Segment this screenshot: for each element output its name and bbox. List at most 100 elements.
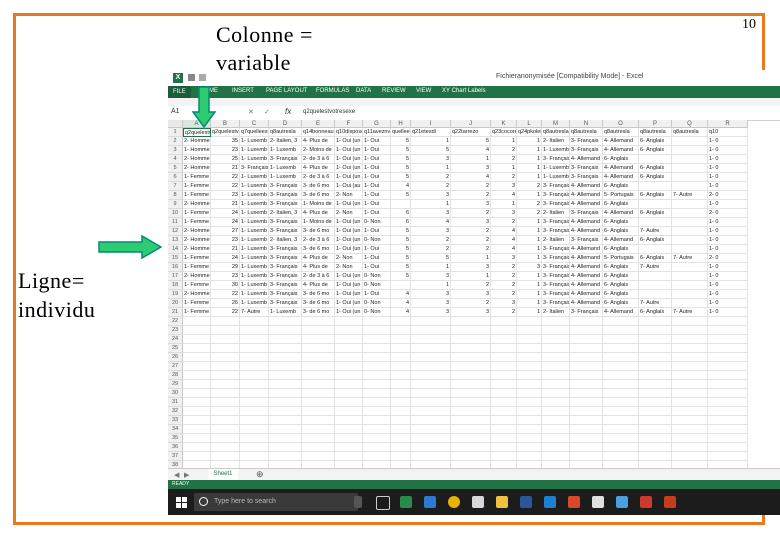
table-cell[interactable]: 2 (411, 173, 451, 182)
table-cell[interactable]: 3 (451, 290, 491, 299)
table-cell[interactable] (639, 281, 672, 290)
row-header[interactable]: 24 (168, 335, 183, 344)
table-cell[interactable] (391, 326, 411, 335)
table-cell[interactable]: 6- Anglais (639, 164, 672, 173)
column-header[interactable]: F (335, 120, 363, 128)
table-cell[interactable]: 1- Oui (un (335, 200, 363, 209)
table-cell[interactable]: 4- Allemand (570, 245, 603, 254)
table-cell[interactable] (269, 425, 302, 434)
table-cell[interactable]: 2- Homme (183, 236, 211, 245)
table-cell[interactable]: 2- Italien (542, 308, 570, 317)
row-header[interactable]: 1 (168, 128, 183, 137)
table-cell[interactable]: 1- Oui (un (335, 173, 363, 182)
table-cell[interactable]: 7- Autre (639, 227, 672, 236)
table-cell[interactable]: 3- Français (542, 254, 570, 263)
table-cell[interactable]: 4 (451, 173, 491, 182)
table-cell[interactable] (183, 389, 211, 398)
table-cell[interactable]: 1- Oui (un (335, 155, 363, 164)
table-cell[interactable] (363, 371, 391, 380)
table-cell[interactable]: 1 (517, 164, 542, 173)
table-cell[interactable]: 2- Homme (183, 155, 211, 164)
table-cell[interactable] (603, 407, 639, 416)
filezilla-icon[interactable] (640, 496, 652, 508)
add-sheet-icon[interactable]: ⊕ (256, 469, 264, 480)
table-cell[interactable]: 1 (517, 308, 542, 317)
table-cell[interactable] (391, 362, 411, 371)
task-view-icon[interactable] (376, 496, 390, 510)
table-cell[interactable]: 1- 0 (708, 272, 748, 281)
table-cell[interactable]: 4- Plus de (302, 209, 335, 218)
table-cell[interactable] (335, 362, 363, 371)
row-header[interactable]: 23 (168, 326, 183, 335)
table-cell[interactable] (335, 398, 363, 407)
table-cell[interactable]: 2 (451, 182, 491, 191)
taskbar-search-box[interactable]: Type here to search (194, 493, 358, 511)
table-cell[interactable]: 1 (517, 173, 542, 182)
table-cell[interactable] (570, 326, 603, 335)
column-header[interactable]: L (517, 120, 542, 128)
table-cell[interactable] (335, 371, 363, 380)
table-cell[interactable]: 3- Français (542, 218, 570, 227)
row-header[interactable]: 11 (168, 218, 183, 227)
table-cell[interactable]: 1 (517, 236, 542, 245)
table-cell[interactable] (335, 317, 363, 326)
table-cell[interactable]: 4- Plus de (302, 254, 335, 263)
table-cell[interactable]: 23 (211, 272, 240, 281)
table-cell[interactable] (570, 344, 603, 353)
table-cell[interactable] (639, 371, 672, 380)
table-cell[interactable]: 1- 0 (708, 281, 748, 290)
table-cell[interactable] (269, 326, 302, 335)
table-cell[interactable]: 6- Anglais (639, 209, 672, 218)
column-header[interactable]: O (603, 120, 639, 128)
column-header[interactable]: E (302, 120, 335, 128)
table-cell[interactable] (183, 371, 211, 380)
table-cell[interactable] (672, 416, 708, 425)
table-cell[interactable] (672, 434, 708, 443)
table-cell[interactable]: 2 (491, 308, 517, 317)
table-cell[interactable] (363, 416, 391, 425)
table-cell[interactable] (411, 371, 451, 380)
table-cell[interactable] (517, 344, 542, 353)
table-cell[interactable] (639, 317, 672, 326)
table-cell[interactable] (491, 425, 517, 434)
table-cell[interactable]: 1- Luxemb (240, 137, 269, 146)
table-cell[interactable] (491, 326, 517, 335)
table-cell[interactable] (672, 425, 708, 434)
table-cell[interactable]: 6- Anglais (639, 137, 672, 146)
table-cell[interactable] (672, 272, 708, 281)
table-cell[interactable]: 2 (491, 155, 517, 164)
table-cell[interactable]: 1- Luxemb (240, 272, 269, 281)
table-cell[interactable]: 1- Luxemb (269, 308, 302, 317)
table-cell[interactable] (363, 317, 391, 326)
table-cell[interactable]: 4- Allemand (603, 164, 639, 173)
table-cell[interactable]: 1 (411, 281, 451, 290)
row-header[interactable]: 15 (168, 254, 183, 263)
table-cell[interactable] (708, 317, 748, 326)
table-cell[interactable]: 1- Oui (un (335, 245, 363, 254)
table-cell[interactable]: 3 (451, 164, 491, 173)
table-cell[interactable] (240, 344, 269, 353)
table-cell[interactable] (269, 344, 302, 353)
table-cell[interactable]: 6- Anglais (639, 254, 672, 263)
tab-view[interactable]: VIEW (416, 88, 431, 94)
table-cell[interactable]: 2 (411, 236, 451, 245)
table-cell[interactable] (672, 317, 708, 326)
table-cell[interactable]: 4- Allemand (570, 191, 603, 200)
header-cell[interactable]: q2quelestvo (211, 128, 240, 137)
table-cell[interactable]: 21 (211, 200, 240, 209)
table-cell[interactable] (708, 398, 748, 407)
table-cell[interactable]: 4 (491, 191, 517, 200)
sheet-next-icon[interactable]: ▶ (184, 471, 189, 479)
table-cell[interactable] (240, 425, 269, 434)
row-header[interactable]: 10 (168, 209, 183, 218)
table-cell[interactable] (517, 416, 542, 425)
table-cell[interactable]: 4 (451, 146, 491, 155)
table-cell[interactable] (639, 155, 672, 164)
table-cell[interactable]: 3- Français (542, 200, 570, 209)
table-cell[interactable] (491, 371, 517, 380)
header-cell[interactable]: q7quelleest (240, 128, 269, 137)
table-cell[interactable]: 3 (491, 299, 517, 308)
table-cell[interactable]: 1 (411, 263, 451, 272)
table-cell[interactable] (411, 434, 451, 443)
table-cell[interactable] (211, 353, 240, 362)
